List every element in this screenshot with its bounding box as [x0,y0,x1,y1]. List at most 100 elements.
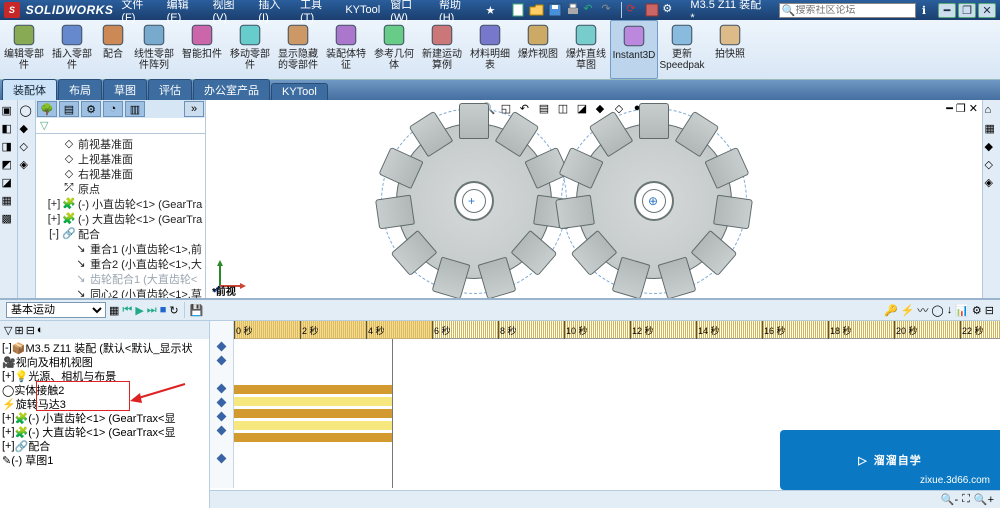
mo-spring-icon[interactable]: 〰 [917,302,928,318]
expand-icon[interactable]: [+] [48,213,60,225]
mo-save-icon[interactable]: 💾 [190,304,204,317]
qat-save-icon[interactable] [547,2,563,18]
tab-1[interactable]: 布局 [58,79,102,100]
motion-node-8[interactable]: ✎(-) 草图1 [2,453,207,467]
mo-stop-icon[interactable]: ■ [160,304,167,316]
qat-print-icon[interactable] [565,2,581,18]
hud-view-icon[interactable]: ◫ [558,102,574,118]
ribbon-btn-13[interactable]: Instant3D [610,20,658,79]
fm-node-3[interactable]: ⤱原点 [38,181,203,196]
ribbon-btn-11[interactable]: 爆炸视图 [514,20,562,79]
menu-kytool[interactable]: KYTool [343,4,382,16]
ribbon-btn-1[interactable]: 插入零部件 [48,20,96,79]
fm-node-6[interactable]: [-]🔗配合 [38,226,203,241]
close-button[interactable]: ✕ [978,3,996,18]
timeline-bar-4[interactable] [234,421,392,430]
vp-min-icon[interactable]: ━ [946,102,953,115]
ribbon-btn-14[interactable]: 更新Speedpak [658,20,706,79]
hud-section-icon[interactable]: ▤ [539,102,555,118]
ribbon-btn-15[interactable]: 拍快照 [706,20,754,79]
mo-play-icon[interactable]: ▶ [135,304,143,317]
mt-collapse-icon[interactable]: ⊟ [26,324,35,337]
qat-settings-icon[interactable]: ⚙ [662,2,678,18]
expand-icon[interactable]: [+] [48,198,60,210]
mo-motor-icon[interactable]: ⚡ [901,304,915,317]
motion-node-7[interactable]: [+]🔗配合 [2,439,207,453]
mt-expand-icon[interactable]: ⊞ [14,324,23,337]
qat-undo-icon[interactable]: ↶ [583,2,599,18]
ribbon-btn-10[interactable]: 材料明细表 [466,20,514,79]
motion-type-select[interactable]: 基本运动 [6,302,106,318]
fm-tab-config[interactable]: ⚙ [81,101,101,117]
vtool-6-icon[interactable]: ▩ [2,212,16,226]
ribbon-btn-7[interactable]: 装配体特征 [322,20,370,79]
ribbon-btn-9[interactable]: 新建运动算例 [418,20,466,79]
vtool2-c-icon[interactable]: ◇ [20,140,34,154]
tp-appear-icon[interactable]: ◆ [985,140,999,154]
tp-custom-icon[interactable]: ◇ [985,158,999,172]
qat-options-icon[interactable] [644,2,660,18]
fm-node-9[interactable]: ↘齿轮配合1 (大直齿轮< [38,271,203,286]
mo-key-icon[interactable]: 🔑 [884,304,898,317]
vtool-1-icon[interactable]: ◧ [2,122,16,136]
tab-4[interactable]: 办公室产品 [193,79,270,100]
expand-icon[interactable]: [-] [48,228,60,240]
vp-close-icon[interactable]: ✕ [969,102,978,115]
graphics-viewport[interactable]: 🔍 ◱ ↶ ▤ ◫ ◪ ◆ ◇ ● ▾ ━ ❐ ✕ [206,100,982,298]
mo-loop-icon[interactable]: ↻ [169,304,178,317]
tab-2[interactable]: 草图 [103,79,147,100]
ribbon-btn-8[interactable]: 参考几何体 [370,20,418,79]
zoom-out-icon[interactable]: 🔍- [941,493,958,506]
vtool2-d-icon[interactable]: ◈ [20,158,34,172]
fm-tab-disp[interactable]: ▥ [125,101,145,117]
mo-setting-icon[interactable]: ⚙ [972,304,982,317]
restore-button[interactable]: ❐ [958,3,976,18]
qat-redo-icon[interactable]: ↷ [601,2,617,18]
motion-node-6[interactable]: [+]🧩(-) 大直齿轮<1> (GearTrax<显 [2,425,207,439]
tp-lib-icon[interactable]: ▦ [985,122,999,136]
vtool-5-icon[interactable]: ▦ [2,194,16,208]
mo-play-start-icon[interactable]: ⏮ [122,304,132,317]
qat-open-icon[interactable] [529,2,545,18]
timeline-end-marker[interactable] [392,339,393,488]
mo-calc-icon[interactable]: ▦ [109,304,119,317]
timeline-ruler[interactable]: 0 秒2 秒4 秒6 秒8 秒10 秒12 秒14 秒16 秒18 秒20 秒2… [234,321,1000,339]
fm-node-4[interactable]: [+]🧩(-) 小直齿轮<1> (GearTra [38,196,203,211]
mo-gravity-icon[interactable]: ↓ [947,304,953,316]
zoom-in-icon[interactable]: 🔍+ [974,493,994,506]
menu-star[interactable]: ★ [484,4,498,17]
motion-node-0[interactable]: [-]📦M3.5 Z11 装配 (默认<默认_显示状 [2,341,207,355]
fm-node-5[interactable]: [+]🧩(-) 大直齿轮<1> (GearTra [38,211,203,226]
fm-tab-tree[interactable]: 🌳 [37,101,57,117]
vtool-4-icon[interactable]: ◪ [2,176,16,190]
vtool-select-icon[interactable]: ▣ [2,104,16,118]
mo-collapse-icon[interactable]: ⊟ [985,304,994,317]
mo-contact-icon[interactable]: ◯ [931,304,943,317]
tab-5[interactable]: KYTool [271,83,328,100]
expand-icon[interactable]: [+] [2,440,15,452]
feature-tree[interactable]: ◇前视基准面◇上视基准面◇右视基准面⤱原点[+]🧩(-) 小直齿轮<1> (Ge… [36,134,205,318]
ribbon-btn-6[interactable]: 显示隐藏的零部件 [274,20,322,79]
qat-new-icon[interactable] [511,2,527,18]
ribbon-btn-2[interactable]: 配合 [96,20,130,79]
timeline-bar-5[interactable] [234,433,392,442]
ribbon-btn-0[interactable]: 编辑零部件 [0,20,48,79]
expand-icon[interactable]: [-] [2,342,12,354]
vp-max-icon[interactable]: ❐ [956,102,966,115]
mt-filter-icon[interactable]: ▽ [4,324,12,337]
fm-tab-collapse[interactable]: » [184,101,204,117]
ribbon-btn-3[interactable]: 线性零部件阵列 [130,20,178,79]
tp-view-icon[interactable]: ◈ [985,176,999,190]
fm-node-8[interactable]: ↘重合2 (小直齿轮<1>,大 [38,256,203,271]
ribbon-btn-4[interactable]: 智能扣件 [178,20,226,79]
zoom-fit-icon[interactable]: ⛶ [962,493,970,506]
mo-result-icon[interactable]: 📊 [955,304,969,317]
fm-filter-bar[interactable]: ▽ [36,118,205,134]
vtool2-a-icon[interactable]: ◯ [20,104,34,118]
fm-node-2[interactable]: ◇右视基准面 [38,166,203,181]
tab-0[interactable]: 装配体 [2,79,57,100]
qat-rebuild-icon[interactable]: ⟳ [626,2,642,18]
search-help-icon[interactable]: ℹ [922,4,926,17]
tab-3[interactable]: 评估 [148,79,192,100]
expand-icon[interactable]: [+] [2,412,15,424]
